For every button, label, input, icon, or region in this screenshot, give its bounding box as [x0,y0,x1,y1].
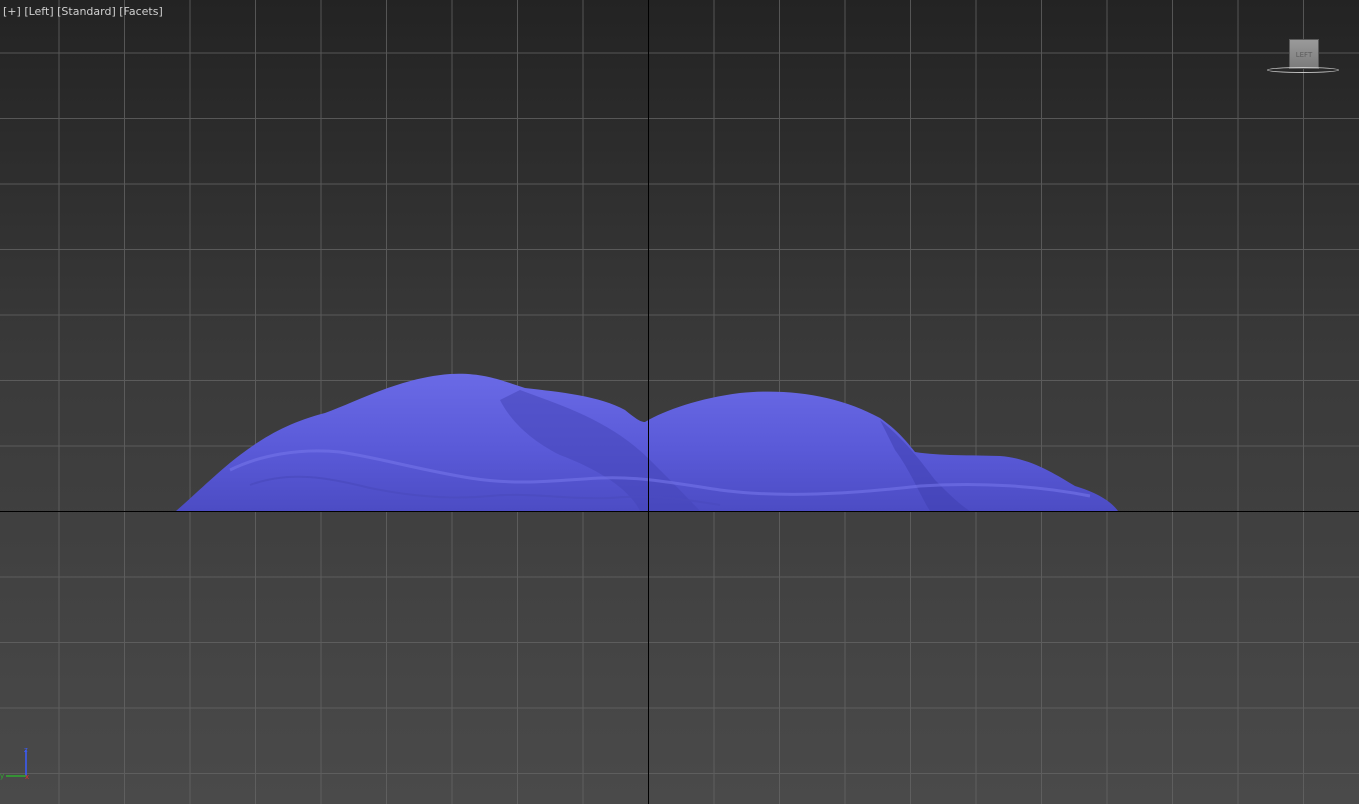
terrain-mesh[interactable] [176,373,1118,511]
viewport-pov-menu[interactable]: [Left] [24,5,53,18]
left-viewport[interactable]: [+] [Left] [Standard] [Facets] LEFT z y … [0,0,1359,804]
viewport-label-menu: [+] [Left] [Standard] [Facets] [3,5,163,18]
viewport-menu-plus-bracket[interactable]: [+] [3,5,21,18]
viewcube-compass-ring[interactable] [1267,67,1339,73]
viewcube-face-left[interactable]: LEFT [1289,39,1319,69]
viewcube-icon[interactable]: LEFT [1264,36,1344,80]
viewport-edges-menu[interactable]: [Facets] [119,5,163,18]
axis-tripod-icon: z y x [0,746,29,781]
viewport-grid [0,0,1359,804]
viewport-shading-menu[interactable]: [Standard] [57,5,116,18]
viewport-scene[interactable] [0,0,1359,804]
axis-tripod-x-label: x [25,773,29,781]
axis-tripod-y-label: y [0,772,4,780]
axis-tripod-z-label: z [24,746,28,754]
